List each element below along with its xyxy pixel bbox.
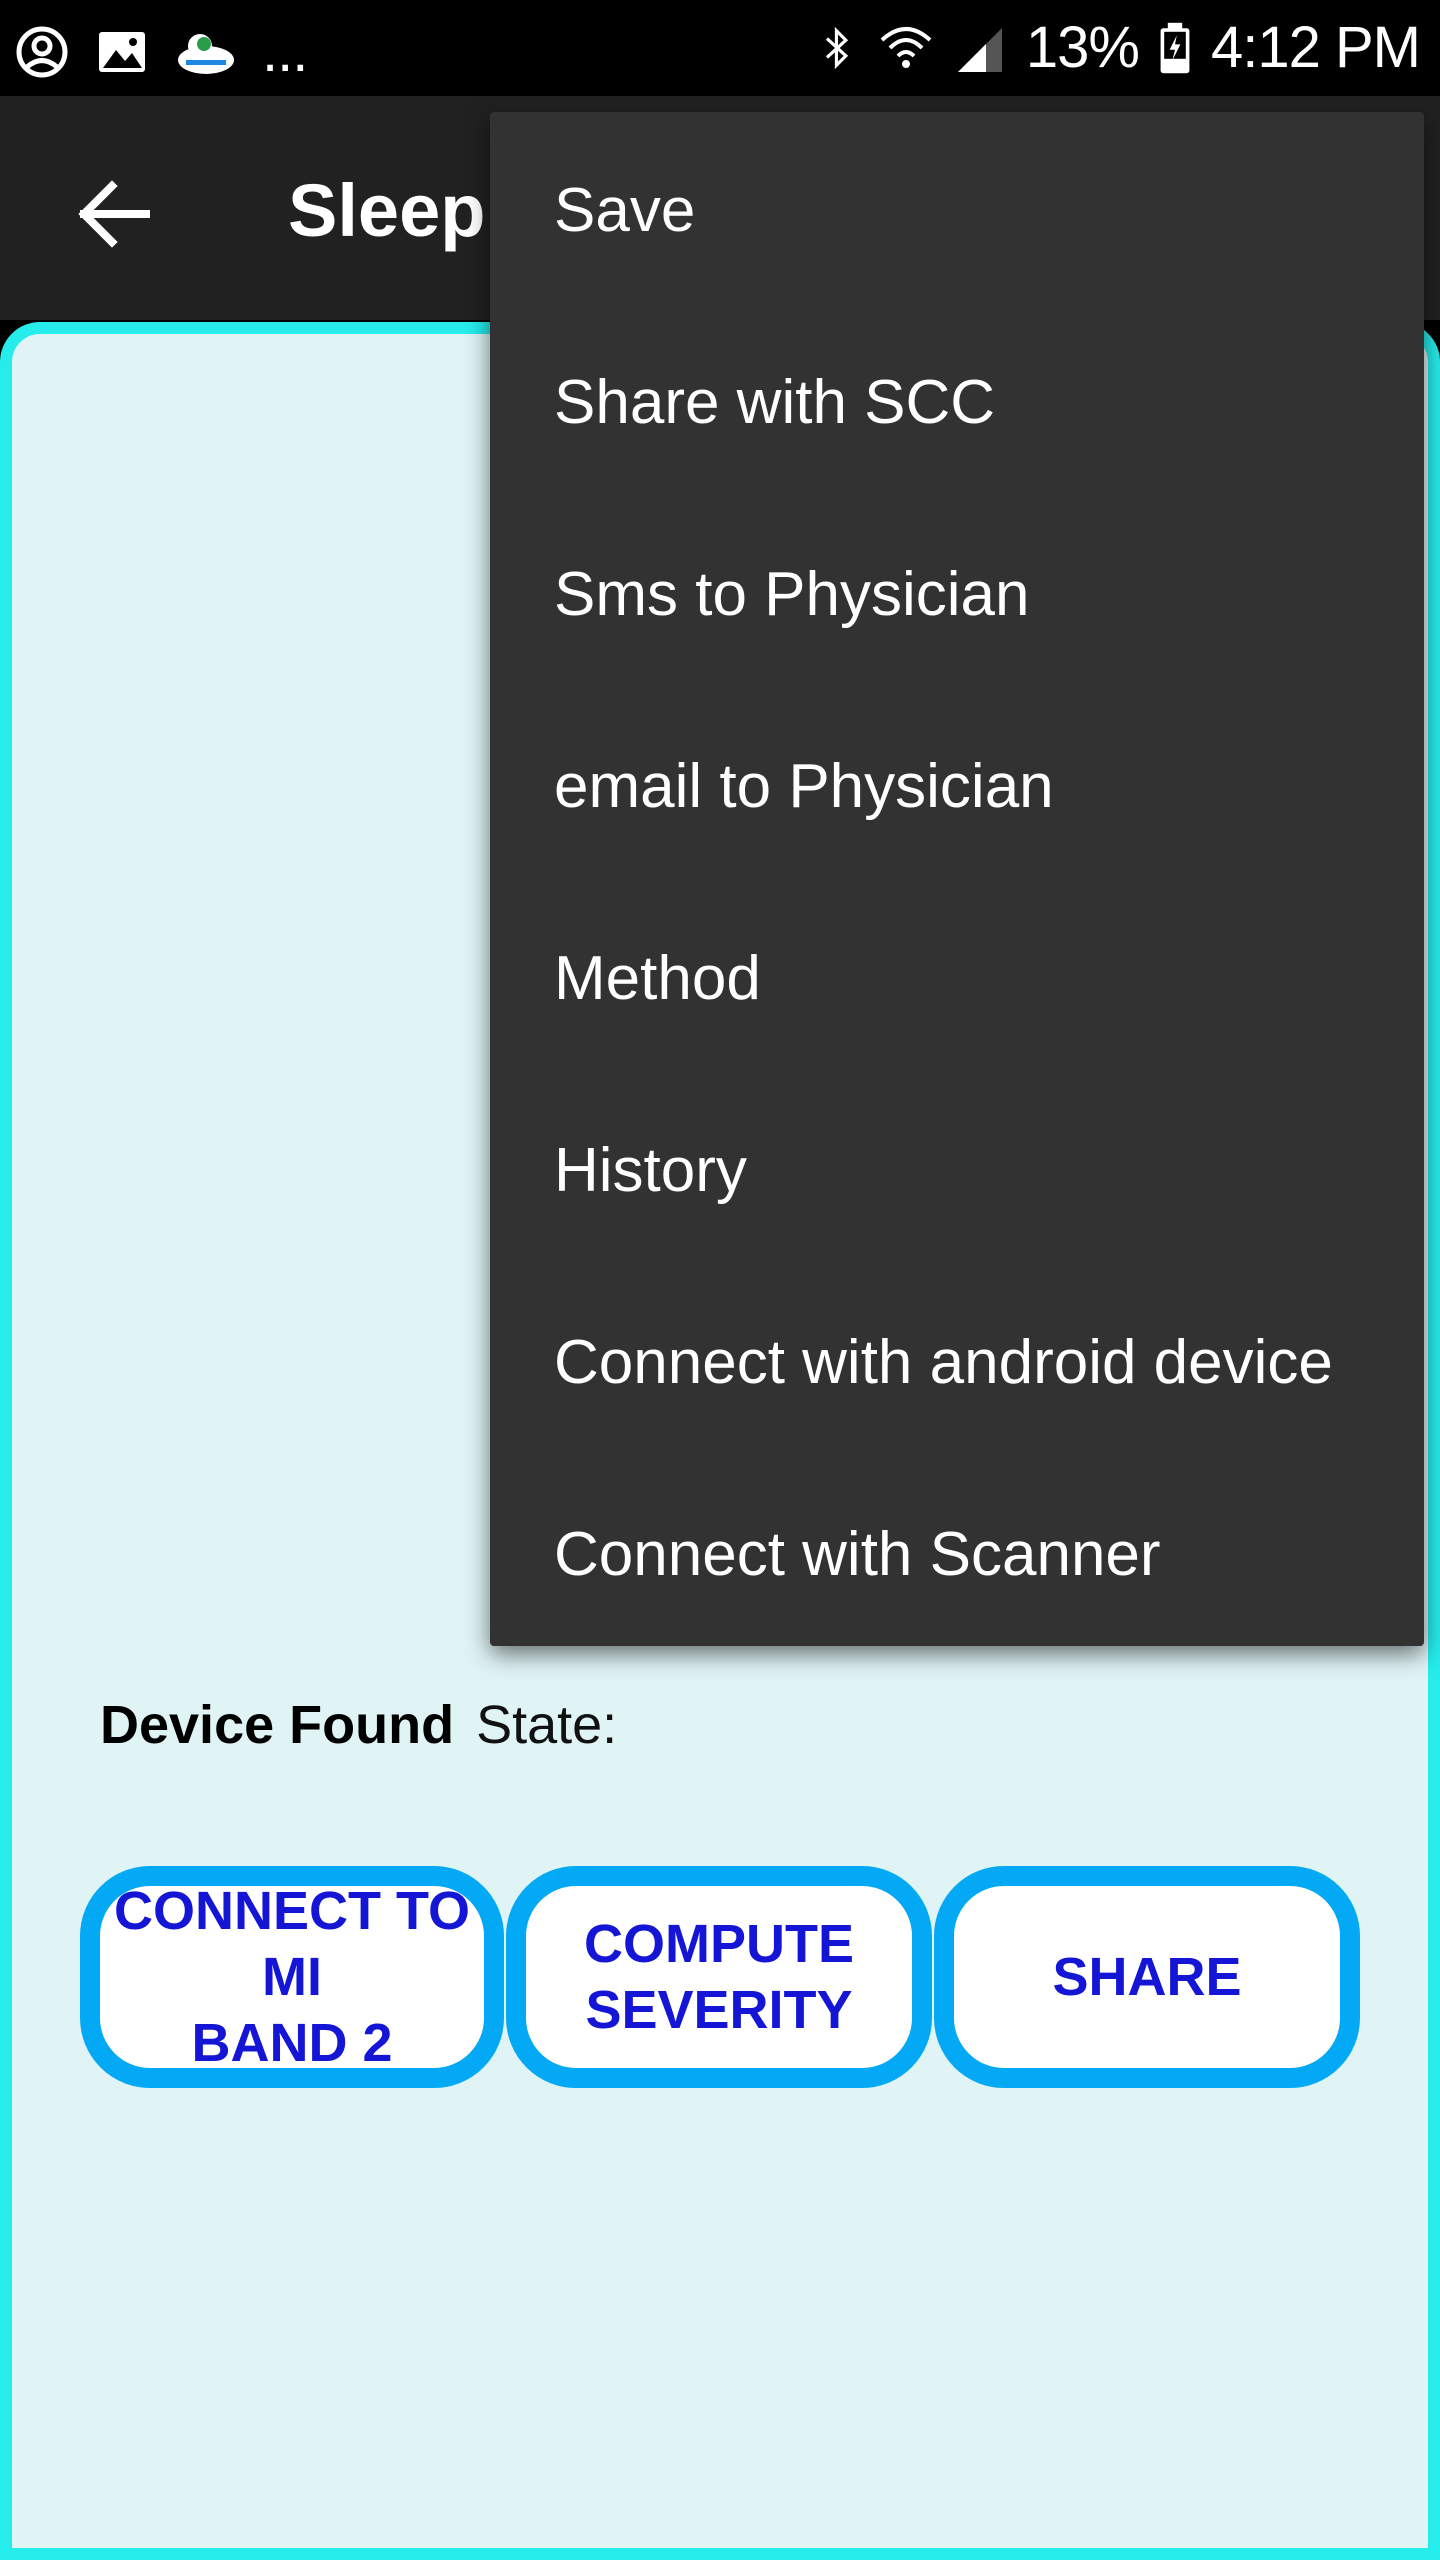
clock-time: 4:12 PM [1211,15,1421,80]
menu-item-connect-scanner[interactable]: Connect with Scanner [490,1458,1424,1650]
account-circle-icon [16,26,68,77]
battery-percent: 13% [1025,15,1140,80]
notification-overflow-dots: ... [262,19,308,84]
status-right-group: 13% 4:12 PM [816,14,1421,81]
menu-item-save[interactable]: Save [490,114,1424,306]
menu-item-sms-physician[interactable]: Sms to Physician [490,498,1424,690]
status-left-group: ... [14,18,308,85]
wifi-icon [880,26,932,68]
menu-item-connect-android[interactable]: Connect with android device [490,1266,1424,1458]
share-button[interactable]: SHARE [934,1866,1360,2088]
bluetooth-icon [825,26,849,69]
compute-severity-button[interactable]: COMPUTE SEVERITY [506,1866,932,2088]
arrow-back-icon[interactable] [72,172,156,256]
page-title: Sleep [288,169,486,252]
signal-icon [957,27,1002,72]
overflow-menu: Save Share with SCC Sms to Physician ema… [490,112,1424,1646]
menu-item-email-physician[interactable]: email to Physician [490,690,1424,882]
battery-icon [1160,22,1190,73]
state-label: State: [476,1695,618,1755]
menu-item-share-with-scc[interactable]: Share with SCC [490,306,1424,498]
status-bar: ... 13% 4:12 PM [0,0,1440,96]
image-icon [99,31,145,72]
device-status-row: Device Found State: [100,1694,617,1756]
connect-mi-band-button[interactable]: CONNECT TO MI BAND 2 [80,1866,504,2088]
device-found-label: Device Found [100,1695,455,1755]
menu-item-history[interactable]: History [490,1074,1424,1266]
menu-item-method[interactable]: Method [490,882,1424,1074]
app-cloud-icon [178,33,234,74]
